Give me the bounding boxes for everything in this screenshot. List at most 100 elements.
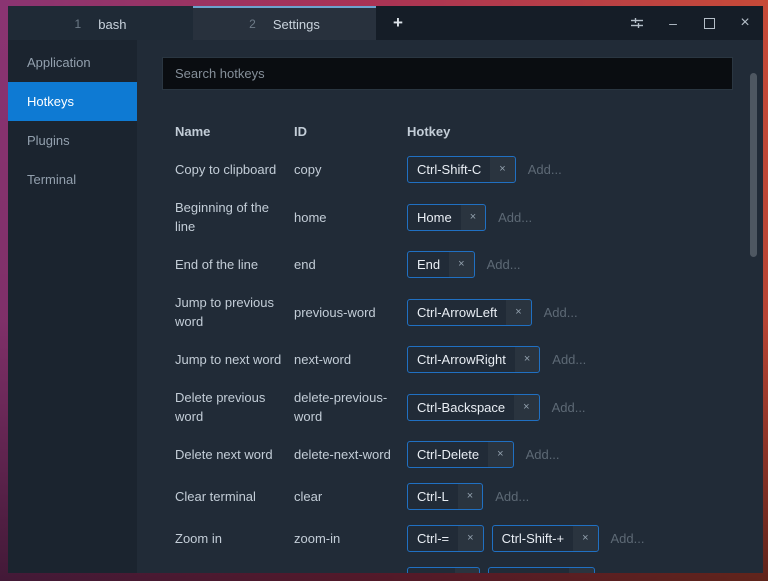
- hotkey-remove-button[interactable]: ×: [506, 300, 530, 325]
- hotkey-cell: Ctrl--×Ctrl-Shift-_×Add...: [407, 567, 763, 573]
- hotkey-table-body: Copy to clipboard copy Ctrl-Shift-C×Add.…: [175, 148, 763, 573]
- header-id: ID: [294, 122, 407, 141]
- hotkey-chip[interactable]: End×: [407, 251, 475, 278]
- minimize-button[interactable]: –: [655, 6, 691, 40]
- table-row: End of the line end End× Add...: [175, 243, 763, 285]
- hotkey-cell: Ctrl-ArrowLeft× Add...: [407, 299, 763, 326]
- add-hotkey-button[interactable]: Add...: [544, 303, 578, 322]
- tab-index: 1: [75, 17, 82, 31]
- sidebar-item-hotkeys[interactable]: Hotkeys: [8, 82, 137, 121]
- header-name: Name: [175, 122, 294, 141]
- hotkey-cell: Ctrl-L× Add...: [407, 483, 763, 510]
- hotkey-remove-button[interactable]: ×: [515, 347, 539, 372]
- hotkey-chip-label: Ctrl-Delete: [408, 442, 488, 467]
- scrollbar-thumb[interactable]: [750, 73, 757, 257]
- hotkey-chip-label: Home: [408, 205, 461, 230]
- hotkey-chip[interactable]: Home×: [407, 204, 486, 231]
- tab-label: Settings: [273, 17, 320, 32]
- hotkey-chip[interactable]: Ctrl-Backspace×: [407, 394, 540, 421]
- sliders-button[interactable]: [619, 6, 655, 40]
- maximize-button[interactable]: [691, 6, 727, 40]
- maximize-icon: [704, 18, 715, 29]
- hotkey-remove-button[interactable]: ×: [514, 395, 538, 420]
- hotkey-remove-button[interactable]: ×: [461, 205, 485, 230]
- hotkey-name: Beginning of the line: [175, 198, 294, 236]
- tab-settings[interactable]: 2 Settings: [193, 6, 376, 40]
- add-hotkey-button[interactable]: Add...: [498, 208, 532, 227]
- hotkey-chip[interactable]: Ctrl-ArrowLeft×: [407, 299, 532, 326]
- sidebar-item-terminal[interactable]: Terminal: [8, 160, 137, 199]
- hotkey-chip[interactable]: Ctrl-ArrowRight×: [407, 346, 540, 373]
- hotkey-name: Clear terminal: [175, 487, 294, 506]
- hotkey-name: End of the line: [175, 255, 294, 274]
- hotkey-remove-button[interactable]: ×: [569, 568, 593, 573]
- hotkey-name: Delete previous word: [175, 388, 294, 426]
- hotkey-chip-label: Ctrl-ArrowLeft: [408, 300, 506, 325]
- hotkey-cell: Home× Add...: [407, 204, 763, 231]
- hotkey-chip[interactable]: Ctrl-Shift-+×: [492, 525, 599, 552]
- titlebar-drag-area: [420, 6, 619, 40]
- hotkey-cell: Ctrl-Delete× Add...: [407, 441, 763, 468]
- sidebar-item-plugins[interactable]: Plugins: [8, 121, 137, 160]
- hotkey-cell: Ctrl-=×Ctrl-Shift-+×Add...: [407, 525, 763, 552]
- hotkey-id: delete-next-word: [294, 445, 407, 464]
- search-input[interactable]: [162, 57, 733, 90]
- hotkey-chip-label: Ctrl-Shift-_: [489, 568, 569, 573]
- table-row: Delete next word delete-next-word Ctrl-D…: [175, 433, 763, 475]
- hotkey-chip-label: Ctrl-Shift-C: [408, 157, 490, 182]
- hotkey-remove-button[interactable]: ×: [449, 252, 473, 277]
- table-row: Beginning of the line home Home× Add...: [175, 190, 763, 243]
- titlebar: 1 bash 2 Settings +: [8, 6, 763, 40]
- hotkey-remove-button[interactable]: ×: [458, 484, 482, 509]
- hotkey-name: Jump to next word: [175, 350, 294, 369]
- hotkey-chip[interactable]: Ctrl--×: [407, 567, 480, 573]
- new-tab-button[interactable]: +: [376, 6, 420, 40]
- table-header-row: Name ID Hotkey: [175, 114, 763, 148]
- close-icon: ×: [740, 14, 749, 32]
- hotkey-chip[interactable]: Ctrl-Shift-_×: [488, 567, 595, 573]
- hotkey-name: Zoom out: [175, 571, 294, 573]
- tab-index: 2: [249, 17, 256, 31]
- hotkey-chip[interactable]: Ctrl-=×: [407, 525, 484, 552]
- add-hotkey-button[interactable]: Add...: [526, 445, 560, 464]
- hotkey-id: home: [294, 208, 407, 227]
- table-row: Zoom in zoom-in Ctrl-=×Ctrl-Shift-+×Add.…: [175, 517, 763, 559]
- table-row: Clear terminal clear Ctrl-L×Add...: [175, 475, 763, 517]
- add-hotkey-button[interactable]: Add...: [552, 350, 586, 369]
- hotkey-remove-button[interactable]: ×: [573, 526, 597, 551]
- hotkey-cell: Ctrl-Shift-C× Add...: [407, 156, 763, 183]
- hotkey-name: Delete next word: [175, 445, 294, 464]
- hotkey-remove-button[interactable]: ×: [490, 157, 514, 182]
- add-hotkey-button[interactable]: Add...: [528, 160, 562, 179]
- hotkey-chip-label: End: [408, 252, 449, 277]
- hotkey-remove-button[interactable]: ×: [488, 442, 512, 467]
- hotkey-chip[interactable]: Ctrl-L×: [407, 483, 483, 510]
- tab-bash[interactable]: 1 bash: [8, 6, 193, 40]
- hotkey-id: previous-word: [294, 303, 407, 322]
- hotkey-chip[interactable]: Ctrl-Shift-C×: [407, 156, 516, 183]
- hotkey-cell: End× Add...: [407, 251, 763, 278]
- hotkey-remove-button[interactable]: ×: [458, 526, 482, 551]
- hotkey-id: copy: [294, 160, 407, 179]
- hotkey-remove-button[interactable]: ×: [455, 568, 479, 573]
- add-hotkey-button[interactable]: Add...: [611, 529, 645, 548]
- close-button[interactable]: ×: [727, 6, 763, 40]
- hotkey-chip-label: Ctrl-L: [408, 484, 458, 509]
- hotkey-chip[interactable]: Ctrl-Delete×: [407, 441, 514, 468]
- table-row: Jump to previous word previous-word Ctrl…: [175, 285, 763, 338]
- settings-sidebar: Application Hotkeys Plugins Terminal: [8, 40, 137, 573]
- hotkey-id: zoom-out: [294, 571, 407, 573]
- settings-body: Application Hotkeys Plugins Terminal Nam…: [8, 40, 763, 573]
- add-hotkey-button[interactable]: Add...: [607, 571, 641, 573]
- table-row: Delete previous word delete-previous-wor…: [175, 380, 763, 433]
- add-hotkey-button[interactable]: Add...: [552, 398, 586, 417]
- add-hotkey-button[interactable]: Add...: [487, 255, 521, 274]
- hotkey-id: end: [294, 255, 407, 274]
- hotkey-chip-label: Ctrl-Shift-+: [493, 526, 573, 551]
- hotkey-id: zoom-in: [294, 529, 407, 548]
- sliders-icon: [629, 15, 645, 31]
- plus-icon: +: [393, 13, 403, 33]
- sidebar-item-application[interactable]: Application: [8, 43, 137, 82]
- add-hotkey-button[interactable]: Add...: [495, 487, 529, 506]
- hotkey-chip-label: Ctrl-ArrowRight: [408, 347, 515, 372]
